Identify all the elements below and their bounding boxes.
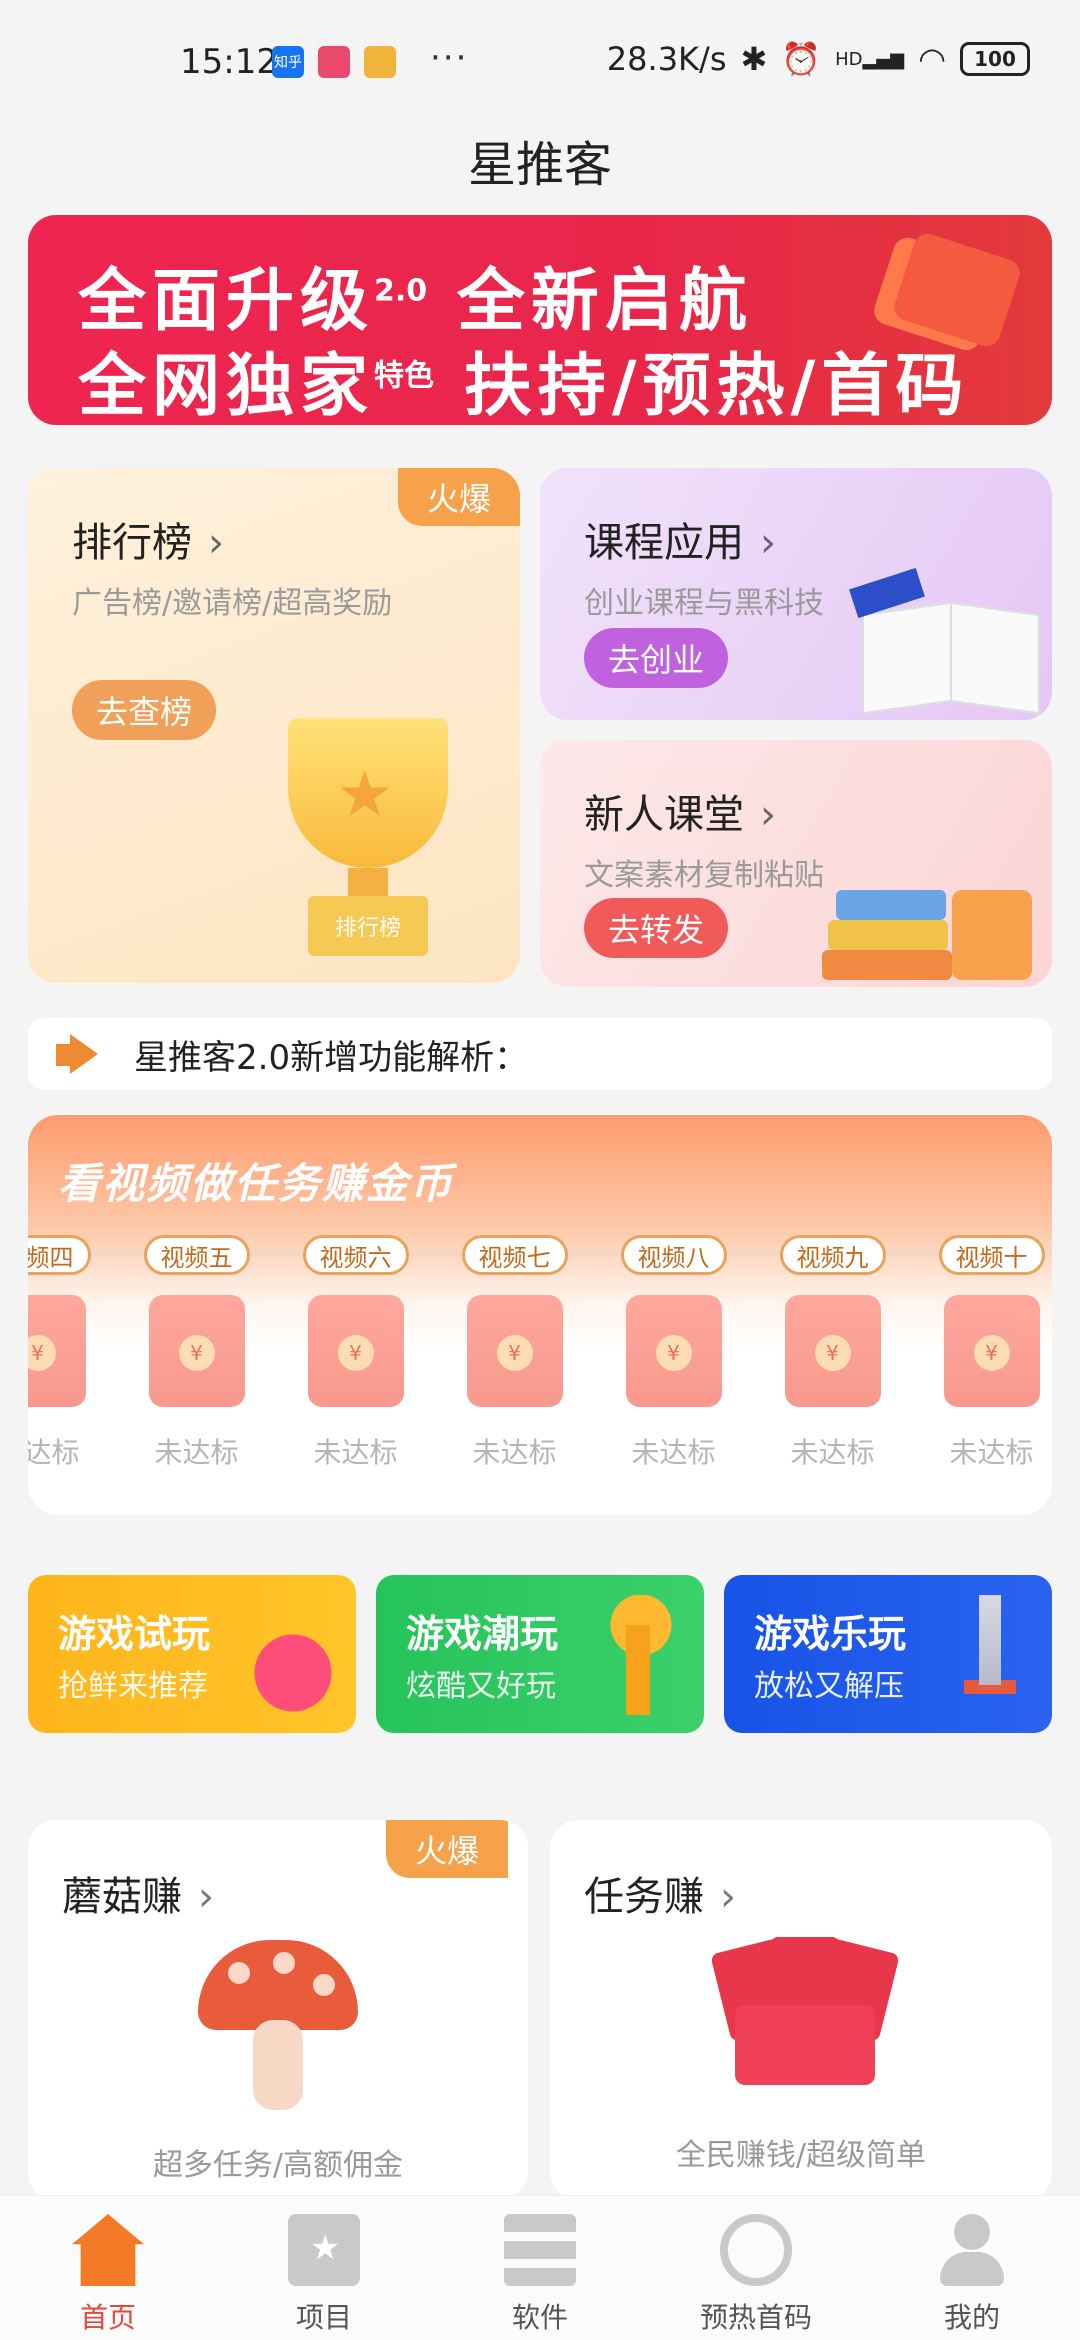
- promo-banner[interactable]: 全面升级2.0 全新启航 全网独家特色 扶持/预热/首码: [28, 215, 1052, 425]
- task-earn-card[interactable]: 任务赚 › 全民赚钱/超级简单: [550, 1820, 1052, 2200]
- red-envelope-icon: ¥: [466, 1295, 563, 1407]
- video-task-item[interactable]: 视频九 ¥ 未达标: [753, 1235, 912, 1471]
- red-envelope-icon: ¥: [943, 1295, 1040, 1407]
- task-earn-title: 任务赚 ›: [584, 1874, 736, 1920]
- chevron-right-icon: ›: [760, 520, 776, 566]
- status-app-icons: 知乎: [272, 46, 396, 78]
- book-graduation-icon: [849, 567, 1040, 715]
- banner-line-2: 全网独家特色 扶持/预热/首码: [78, 347, 970, 425]
- course-card-title: 课程应用 ›: [584, 520, 776, 566]
- hot-badge: 火爆: [398, 468, 520, 526]
- task-earn-subtitle: 全民赚钱/超级简单: [675, 2138, 927, 2173]
- course-card-subtitle: 创业课程与黑科技: [584, 586, 824, 621]
- home-icon: [72, 2214, 144, 2286]
- bottom-nav: 首页 项目 软件 预热首码 我的: [0, 2195, 1080, 2340]
- video-task-item[interactable]: 视频四 ¥ 未达标: [28, 1235, 117, 1471]
- red-envelope-pile-icon: [700, 1937, 910, 2095]
- nav-mine[interactable]: 我的: [864, 2196, 1080, 2340]
- video-task-item[interactable]: 视频六 ¥ 未达标: [276, 1235, 435, 1471]
- chevron-right-icon: ›: [760, 792, 776, 838]
- key-icon: [596, 1595, 686, 1715]
- nav-software[interactable]: 软件: [432, 2196, 648, 2340]
- newbie-card-title: 新人课堂 ›: [584, 792, 776, 838]
- video-task-item[interactable]: 视频五 ¥ 未达标: [117, 1235, 276, 1471]
- nav-home[interactable]: 首页: [0, 2196, 216, 2340]
- share-button[interactable]: 去转发: [584, 898, 729, 958]
- net-speed: 28.3K/s: [606, 40, 727, 78]
- chevron-right-icon: ›: [198, 1874, 214, 1920]
- books-calendar-icon: [822, 870, 1032, 980]
- rank-card-subtitle: 广告榜/邀请榜/超高奖励: [72, 586, 393, 621]
- game-trial-card[interactable]: 游戏试玩 抢鲜来推荐: [28, 1575, 356, 1733]
- zhihu-app-icon: 知乎: [272, 46, 304, 78]
- red-envelope-icon: ¥: [625, 1295, 722, 1407]
- alarm-icon: ⏰: [781, 40, 822, 78]
- status-time: 15:12: [180, 42, 278, 82]
- red-envelope-icon: ¥: [148, 1295, 245, 1407]
- video-task-item[interactable]: 视频十 ¥ 未达标: [912, 1235, 1052, 1471]
- mushroom-earn-title: 蘑菇赚 ›: [62, 1874, 214, 1920]
- more-notifications-icon: ···: [430, 38, 469, 78]
- course-card[interactable]: 课程应用 › 创业课程与黑科技 去创业: [540, 468, 1052, 720]
- mushroom-earn-subtitle: 超多任务/高额佣金: [152, 2148, 404, 2183]
- game-trend-card[interactable]: 游戏潮玩 炫酷又好玩: [376, 1575, 704, 1733]
- red-envelope-icon: ¥: [28, 1295, 86, 1407]
- mushroom-earn-card[interactable]: 火爆 蘑菇赚 › 超多任务/高额佣金: [28, 1820, 528, 2200]
- signal-icon: HD▂▄▆: [835, 48, 905, 70]
- red-envelope-icon: ¥: [784, 1295, 881, 1407]
- sword-icon: [944, 1595, 1034, 1715]
- hot-badge: 火爆: [386, 1820, 508, 1878]
- project-icon: [288, 2214, 360, 2286]
- newbie-card-subtitle: 文案素材复制粘贴: [584, 858, 824, 893]
- red-envelope-icon: ¥: [307, 1295, 404, 1407]
- mushroom-icon: [198, 1940, 358, 2120]
- user-icon: [936, 2214, 1008, 2286]
- video-task-panel: 看视频做任务赚金币 视频四 ¥ 未达标 视频五 ¥ 未达标 视频六 ¥ 未达标 …: [28, 1115, 1052, 1515]
- game-fun-card[interactable]: 游戏乐玩 放松又解压: [724, 1575, 1052, 1733]
- chevron-right-icon: ›: [720, 1874, 736, 1920]
- video-task-item[interactable]: 视频七 ¥ 未达标: [435, 1235, 594, 1471]
- notification-app-icon: [318, 46, 350, 78]
- page-title: 星推客: [467, 137, 612, 193]
- trophy-icon: ★ 排行榜: [268, 718, 468, 958]
- start-business-button[interactable]: 去创业: [584, 628, 729, 688]
- stopwatch-icon: [720, 2214, 792, 2286]
- rank-card[interactable]: 火爆 排行榜 › 广告榜/邀请榜/超高奖励 去查榜 ★ 排行榜: [28, 468, 520, 983]
- status-indicators: 28.3K/s ✱ ⏰ HD▂▄▆ ◠ 100: [607, 40, 1030, 78]
- announcement-bar[interactable]: 星推客2.0新增功能解析：: [28, 1018, 1052, 1090]
- view-rank-button[interactable]: 去查榜: [72, 680, 217, 740]
- video-task-list[interactable]: 视频四 ¥ 未达标 视频五 ¥ 未达标 视频六 ¥ 未达标 视频七 ¥ 未达标 …: [28, 1235, 1052, 1471]
- chevron-right-icon: ›: [208, 520, 224, 566]
- video-task-item[interactable]: 视频八 ¥ 未达标: [594, 1235, 753, 1471]
- bluetooth-icon: ✱: [740, 40, 768, 78]
- software-icon: [504, 2214, 576, 2286]
- announcement-text: 星推客2.0新增功能解析：: [134, 1037, 529, 1078]
- status-bar: 15:12 知乎 ··· 28.3K/s ✱ ⏰ HD▂▄▆ ◠ 100: [0, 0, 1080, 120]
- notification-app-icon-2: [364, 46, 396, 78]
- potion-icon: [248, 1595, 338, 1715]
- wifi-icon: ◠: [918, 40, 946, 78]
- nav-project[interactable]: 项目: [216, 2196, 432, 2340]
- battery-icon: 100: [960, 42, 1030, 76]
- video-task-title: 看视频做任务赚金币: [58, 1159, 455, 1208]
- nav-preheat[interactable]: 预热首码: [648, 2196, 864, 2340]
- rank-card-title: 排行榜 ›: [72, 520, 224, 566]
- megaphone-icon: [56, 1034, 102, 1074]
- newbie-card[interactable]: 新人课堂 › 文案素材复制粘贴 去转发: [540, 740, 1052, 987]
